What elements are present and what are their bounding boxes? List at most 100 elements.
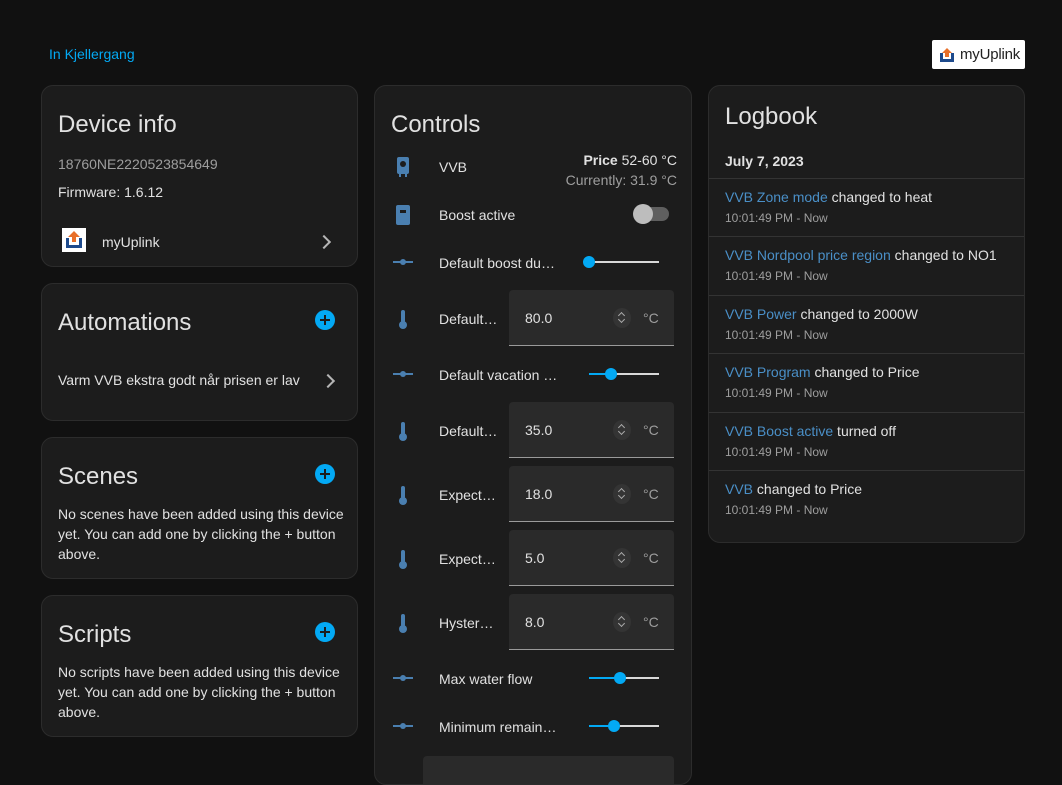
expected-cold-water-temperature-input[interactable]: 18.0 °C [509, 466, 674, 522]
entity-link[interactable]: VVB [725, 481, 753, 497]
card-title: Automations [58, 309, 192, 336]
number-label: Expected minimum temperature [439, 551, 499, 567]
card-title: Device info [58, 111, 177, 138]
add-script-button[interactable] [315, 622, 335, 642]
water-heater-label: VVB [439, 159, 468, 175]
default-vacation-temperature-input[interactable]: 35.0 °C [509, 402, 674, 458]
entry-time: 10:01:49 PM - Now [725, 503, 828, 517]
water-heater-row[interactable]: VVB Price 52-60 °C Currently: 31.9 °C [375, 144, 691, 190]
default-vacation-duration-slider[interactable] [589, 364, 659, 384]
slider-icon [393, 371, 413, 377]
entry-time: 10:01:49 PM - Now [725, 386, 828, 400]
device-info-card: Device info 18760NE2220523854649 Firmwar… [41, 85, 358, 267]
thermometer-icon [399, 422, 407, 441]
entity-link[interactable]: VVB Zone mode [725, 189, 828, 205]
unit-label: °C [643, 486, 659, 502]
add-scene-button[interactable] [315, 464, 335, 484]
card-title: Controls [391, 111, 481, 138]
entry-text: changed to NO1 [890, 247, 997, 263]
slider-thumb[interactable] [583, 256, 595, 268]
thermometer-icon [399, 550, 407, 569]
slider-label: Default boost duration [439, 255, 559, 271]
entry-text: changed to Price [810, 364, 920, 380]
card-title: Logbook [725, 103, 818, 130]
number-value: 18.0 [525, 486, 553, 502]
slider-icon [393, 259, 413, 265]
toggle-thumb [633, 204, 653, 224]
card-title: Scenes [58, 463, 139, 490]
area-link[interactable]: In Kjellergang [49, 46, 135, 62]
integration-label: myUplink [102, 234, 160, 250]
logbook-entry: VVB changed to Price 10:01:49 PM - Now [709, 470, 1024, 529]
logbook-entry: VVB Nordpool price region changed to NO1… [709, 236, 1024, 295]
slider-thumb[interactable] [613, 672, 626, 684]
chevron-right-icon [316, 234, 332, 250]
entity-link[interactable]: VVB Power [725, 306, 797, 322]
current-temperature: Currently: 31.9 °C [565, 172, 677, 188]
number-value: 5.0 [525, 550, 545, 566]
select-field[interactable] [423, 756, 674, 784]
unit-label: °C [643, 614, 659, 630]
serial-number: 18760NE2220523854649 [58, 156, 218, 172]
controls-card: Controls VVB Price 52-60 °C Currently: 3… [374, 85, 692, 785]
entry-text: changed to Price [753, 481, 862, 497]
water-heater-state: Price 52-60 °C Currently: 31.9 °C [566, 150, 677, 190]
slider-thumb[interactable] [608, 720, 621, 732]
entity-link[interactable]: VVB Program [725, 364, 811, 380]
entity-link[interactable]: VVB Nordpool price region [725, 247, 891, 263]
spin-button[interactable] [613, 548, 631, 568]
number-label: Hysteresis [439, 615, 499, 631]
boost-label: Boost active [439, 207, 516, 223]
chevron-right-icon [320, 373, 336, 389]
unit-label: °C [643, 310, 659, 326]
firmware-version: Firmware: 1.6.12 [58, 184, 164, 200]
entry-time: 10:01:49 PM - Now [725, 211, 828, 225]
slider-label: Minimum remaining hot water [439, 719, 559, 735]
logo-text: myUplink [960, 46, 1021, 63]
empty-state-text: No scenes have been added using this dev… [58, 506, 344, 562]
spin-button[interactable] [613, 484, 631, 504]
entry-time: 10:01:49 PM - Now [725, 445, 828, 459]
default-boost-duration-slider[interactable] [583, 252, 659, 272]
number-label: Expected cold water temperature [439, 487, 499, 503]
myuplink-icon [62, 228, 86, 252]
slider-icon [393, 723, 413, 729]
myuplink-logo-icon [940, 47, 954, 62]
target-range: 52-60 °C [621, 152, 677, 168]
logbook-card: Logbook July 7, 2023 VVB Zone mode chang… [708, 85, 1025, 543]
slider-icon [393, 675, 413, 681]
spin-button[interactable] [613, 308, 631, 328]
entry-time: 10:01:49 PM - Now [725, 269, 828, 283]
add-automation-button[interactable] [315, 310, 335, 330]
water-heater-icon [397, 157, 409, 177]
myuplink-logo: myUplink [932, 40, 1025, 69]
unit-label: °C [643, 422, 659, 438]
boost-toggle[interactable] [633, 203, 671, 225]
default-boost-temperature-input[interactable]: 80.0 °C [509, 290, 674, 346]
minimum-remaining-slider[interactable] [589, 716, 659, 736]
slider-label: Default vacation duration [439, 367, 563, 383]
water-boiler-icon [396, 205, 410, 225]
number-value: 80.0 [525, 310, 553, 326]
logbook-entry: VVB Zone mode changed to heat 10:01:49 PM… [709, 178, 1024, 237]
number-value: 8.0 [525, 614, 545, 630]
thermometer-icon [399, 486, 407, 505]
scripts-card: Scripts No scripts have been added using… [41, 595, 358, 737]
logbook-date: July 7, 2023 [725, 153, 804, 169]
max-water-flow-slider[interactable] [589, 668, 659, 688]
spin-button[interactable] [613, 612, 631, 632]
entry-text: turned off [833, 423, 896, 439]
hysteresis-input[interactable]: 8.0 °C [509, 594, 674, 650]
entry-time: 10:01:49 PM - Now [725, 328, 828, 342]
automations-card: Automations Varm VVB ekstra godt når pri… [41, 283, 358, 421]
slider-thumb[interactable] [605, 368, 618, 380]
entry-text: changed to heat [827, 189, 933, 205]
entity-link[interactable]: VVB Boost active [725, 423, 833, 439]
card-title: Scripts [58, 621, 132, 648]
spin-button[interactable] [613, 420, 631, 440]
logbook-entry: VVB Boost active turned off 10:01:49 PM -… [709, 412, 1024, 471]
integration-link[interactable]: myUplink [42, 224, 357, 260]
mode-label: Price [583, 152, 618, 168]
automation-item[interactable]: Varm VVB ekstra godt når prisen er lav [42, 364, 357, 396]
expected-minimum-temperature-input[interactable]: 5.0 °C [509, 530, 674, 586]
